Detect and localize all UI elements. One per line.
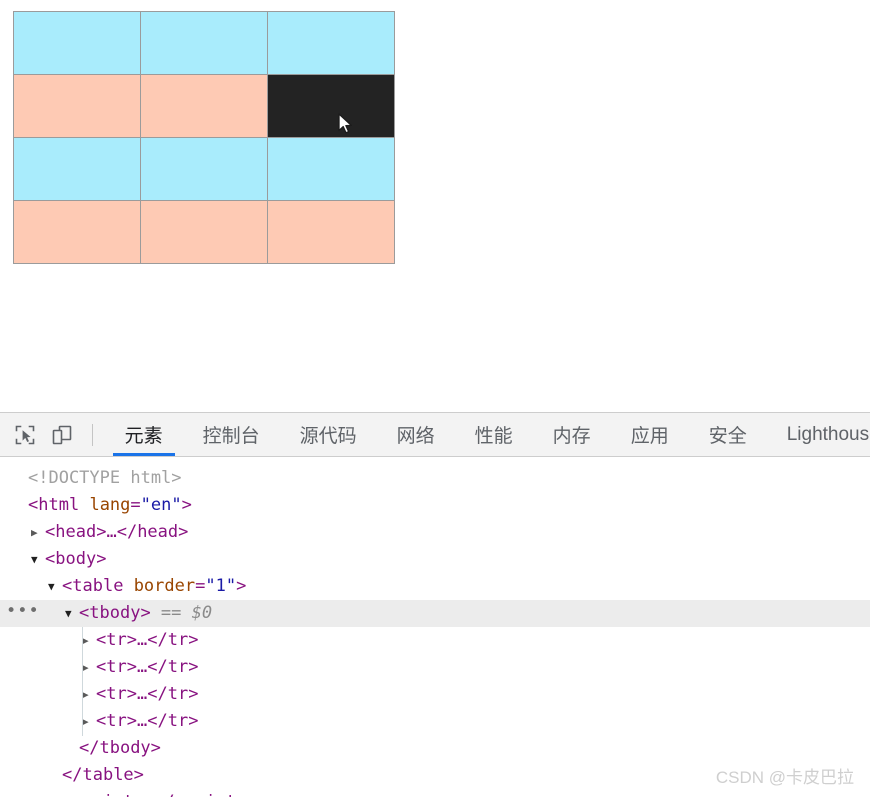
demo-table-body: [13, 11, 395, 264]
table-cell-peach[interactable]: [13, 74, 141, 138]
dom-row-ellipsis-badge[interactable]: •••: [6, 600, 40, 627]
dom-row[interactable]: ▼ <body>: [0, 546, 870, 573]
expand-triangle-icon[interactable]: ▶: [82, 708, 96, 735]
tab-Lighthouse[interactable]: Lighthouse: [767, 413, 870, 456]
table-cell-cyan[interactable]: [13, 137, 141, 201]
table-cell-cyan[interactable]: [13, 11, 141, 75]
dom-row-code: </table>: [62, 765, 144, 785]
tab-label: Lighthouse: [786, 423, 870, 445]
tab-安全[interactable]: 安全: [689, 413, 767, 456]
twisty-spacer: ▶: [65, 735, 79, 762]
dom-row[interactable]: ▶</tbody>: [0, 735, 870, 762]
expand-triangle-icon[interactable]: ▶: [82, 627, 96, 654]
tab-元素[interactable]: 元素: [105, 413, 183, 456]
tab-网络[interactable]: 网络: [377, 413, 455, 456]
dom-row[interactable]: ▼ <table border="1">: [0, 573, 870, 600]
expand-triangle-icon[interactable]: ▶: [31, 519, 45, 546]
dom-row-code: <tr>…</tr>: [96, 684, 199, 704]
table-row: [13, 74, 395, 138]
tab-label: 控制台: [202, 426, 260, 447]
devtools-tab-strip: 元素 控制台 源代码 网络 性能 内存 应用 安全 Lighthouse: [105, 413, 870, 456]
dom-row-code: <body>: [45, 549, 107, 569]
table-cell-peach[interactable]: [13, 200, 141, 264]
table-row: [13, 11, 395, 75]
table-cell-cyan[interactable]: [140, 137, 268, 201]
table-cell-peach[interactable]: [140, 200, 268, 264]
collapse-triangle-icon[interactable]: ▼: [31, 546, 45, 573]
table-row: [13, 137, 395, 201]
dom-row-code: <head>…</head>: [45, 522, 189, 542]
tab-label: 性能: [474, 426, 513, 447]
dom-row[interactable]: ▶<!DOCTYPE html>: [0, 465, 870, 492]
table-cell-peach[interactable]: [267, 200, 395, 264]
tab-label: 内存: [552, 426, 591, 447]
dom-row-code: <tr>…</tr>: [96, 711, 199, 731]
dom-row[interactable]: ▶ <tr>…</tr>: [0, 708, 870, 735]
device-toolbar-icon[interactable]: [47, 420, 78, 450]
dom-row-code: <tr>…</tr>: [96, 630, 199, 650]
collapse-triangle-icon[interactable]: ▼: [48, 573, 62, 600]
dom-tree-guide-line: [82, 627, 83, 736]
dom-row-code: <tbody> == $0: [79, 603, 213, 623]
dom-row[interactable]: ▶<html lang="en">: [0, 492, 870, 519]
table-cell-cyan[interactable]: [140, 11, 268, 75]
tab-label: 源代码: [299, 426, 357, 447]
table-cell-peach[interactable]: [140, 74, 268, 138]
collapse-triangle-icon[interactable]: ▼: [65, 600, 79, 627]
dom-row-code: <table border="1">: [62, 576, 247, 596]
dom-row[interactable]: ▶ <head>…</head>: [0, 519, 870, 546]
twisty-spacer: ▶: [14, 465, 28, 492]
tab-label: 安全: [708, 426, 747, 447]
dom-row[interactable]: ▶ <tr>…</tr>: [0, 627, 870, 654]
dom-tree[interactable]: ▶<!DOCTYPE html>▶<html lang="en">▶<head>…: [0, 457, 870, 797]
tab-label: 网络: [396, 426, 435, 447]
dom-row[interactable]: ▶ <tr>…</tr>: [0, 654, 870, 681]
twisty-spacer: ▶: [48, 762, 62, 789]
toolbar-divider: [91, 423, 93, 446]
expand-triangle-icon[interactable]: ▶: [82, 681, 96, 708]
dom-row-code: <tr>…</tr>: [96, 657, 199, 677]
page-viewport: [0, 0, 870, 412]
demo-table: [13, 11, 395, 264]
tab-源代码[interactable]: 源代码: [280, 413, 377, 456]
inspect-element-icon[interactable]: [10, 420, 41, 450]
tab-label: 元素: [124, 426, 163, 447]
tab-性能[interactable]: 性能: [455, 413, 533, 456]
twisty-spacer: ▶: [14, 492, 28, 519]
tab-控制台[interactable]: 控制台: [183, 413, 280, 456]
tab-应用[interactable]: 应用: [611, 413, 689, 456]
table-cell-cyan[interactable]: [267, 137, 395, 201]
table-cell-dark[interactable]: [267, 74, 395, 138]
tab-内存[interactable]: 内存: [533, 413, 611, 456]
table-cell-cyan[interactable]: [267, 11, 395, 75]
dom-row-code: <html lang="en">: [28, 495, 192, 515]
dom-row-code: </tbody>: [79, 738, 161, 758]
dom-row-selected[interactable]: ••• ▼ <tbody> == $0: [0, 600, 870, 627]
table-row: [13, 200, 395, 264]
devtools-toolbar: 元素 控制台 源代码 网络 性能 内存 应用 安全 Lighthouse: [0, 413, 870, 457]
dom-row[interactable]: ▶ <tr>…</tr>: [0, 681, 870, 708]
devtools-panel: 元素控制台源代码网络性能内存应用安全Lighthouse ▶<!DOCTYPE …: [0, 412, 870, 797]
tab-label: 应用: [630, 426, 669, 447]
dom-row-code: <!DOCTYPE html>: [28, 468, 182, 488]
dom-row[interactable]: ▶</table>: [0, 762, 870, 789]
expand-triangle-icon[interactable]: ▶: [82, 654, 96, 681]
